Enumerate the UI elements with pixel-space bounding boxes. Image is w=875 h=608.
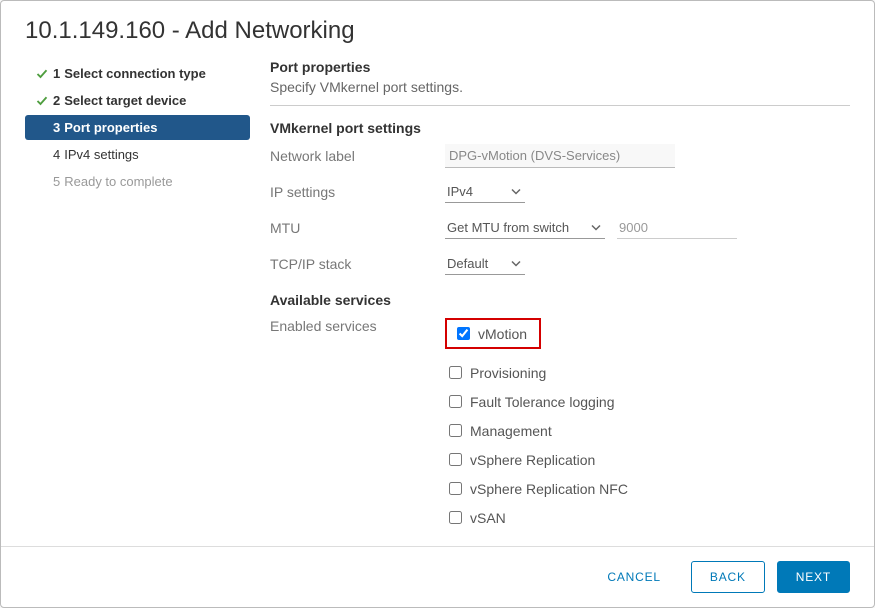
dialog-title: 10.1.149.160 - Add Networking [1,1,874,59]
tcpip-stack-select[interactable]: Default [445,253,525,275]
service-label: vSphere Replication NFC [470,481,628,497]
service-vsphere-replication-nfc: vSphere Replication NFC [445,479,850,498]
service-label: vMotion [478,326,527,342]
dialog-footer: CANCEL BACK NEXT [1,546,874,607]
ip-settings-label: IP settings [270,184,445,200]
step-ipv4-settings: 4 IPv4 settings [25,142,250,167]
row-network-label: Network label [270,144,850,168]
service-vmotion-checkbox[interactable] [457,327,470,340]
service-vsan: vSAN [445,508,850,527]
service-management: Management [445,421,850,440]
service-fault-tolerance-logging: Fault Tolerance logging [445,392,850,411]
service-label: Fault Tolerance logging [470,394,615,410]
wizard-steps: 1 Select connection type 2 Select target… [25,59,250,546]
service-provisioning-checkbox[interactable] [449,366,462,379]
next-button[interactable]: NEXT [777,561,850,593]
step-select-target-device[interactable]: 2 Select target device [25,88,250,113]
step-label: Select target device [64,93,186,108]
chevron-down-icon [511,256,521,271]
row-mtu: MTU Get MTU from switch [270,216,850,240]
content-header-description: Specify VMkernel port settings. [270,79,850,95]
step-label: IPv4 settings [64,147,138,162]
mtu-label: MTU [270,220,445,236]
service-vsan-checkbox[interactable] [449,511,462,524]
step-label: Port properties [64,120,157,135]
services-list: Provisioning Fault Tolerance logging Man… [445,363,850,527]
ip-settings-select[interactable]: IPv4 [445,181,525,203]
network-label-label: Network label [270,148,445,164]
service-label: Provisioning [470,365,546,381]
service-label: Management [470,423,552,439]
service-label: vSphere Replication [470,452,595,468]
enabled-services-label: Enabled services [270,318,445,334]
row-enabled-services: Enabled services vMotion [270,318,850,359]
step-port-properties[interactable]: 3 Port properties [25,115,250,140]
step-label: Select connection type [64,66,206,81]
step-select-connection-type[interactable]: 1 Select connection type [25,61,250,86]
service-vsphere-replication: vSphere Replication [445,450,850,469]
service-label: vSAN [470,510,506,526]
network-label-input [445,144,675,168]
available-services-title: Available services [270,292,445,308]
check-icon [35,95,49,107]
service-vmotion: vMotion [445,318,541,349]
add-networking-dialog: 10.1.149.160 - Add Networking 1 Select c… [0,0,875,608]
mtu-mode-select[interactable]: Get MTU from switch [445,217,605,239]
chevron-down-icon [591,220,601,235]
vmkernel-section-title: VMkernel port settings [270,120,850,136]
service-ft-logging-checkbox[interactable] [449,395,462,408]
back-button[interactable]: BACK [691,561,765,593]
step-ready-to-complete: 5 Ready to complete [25,169,250,194]
row-ip-settings: IP settings IPv4 [270,180,850,204]
divider [270,105,850,106]
service-management-checkbox[interactable] [449,424,462,437]
service-provisioning: Provisioning [445,363,850,382]
cancel-button[interactable]: CANCEL [589,562,678,592]
mtu-value-input [617,217,737,239]
service-vsphere-replication-checkbox[interactable] [449,453,462,466]
chevron-down-icon [511,184,521,199]
dialog-body: 1 Select connection type 2 Select target… [1,59,874,546]
row-available-services: Available services [270,288,850,312]
check-icon [35,68,49,80]
tcpip-stack-label: TCP/IP stack [270,256,445,272]
content-header-title: Port properties [270,59,850,75]
row-tcpip-stack: TCP/IP stack Default [270,252,850,276]
step-label: Ready to complete [64,174,172,189]
service-vsphere-replication-nfc-checkbox[interactable] [449,482,462,495]
content-pane: Port properties Specify VMkernel port se… [250,59,850,546]
